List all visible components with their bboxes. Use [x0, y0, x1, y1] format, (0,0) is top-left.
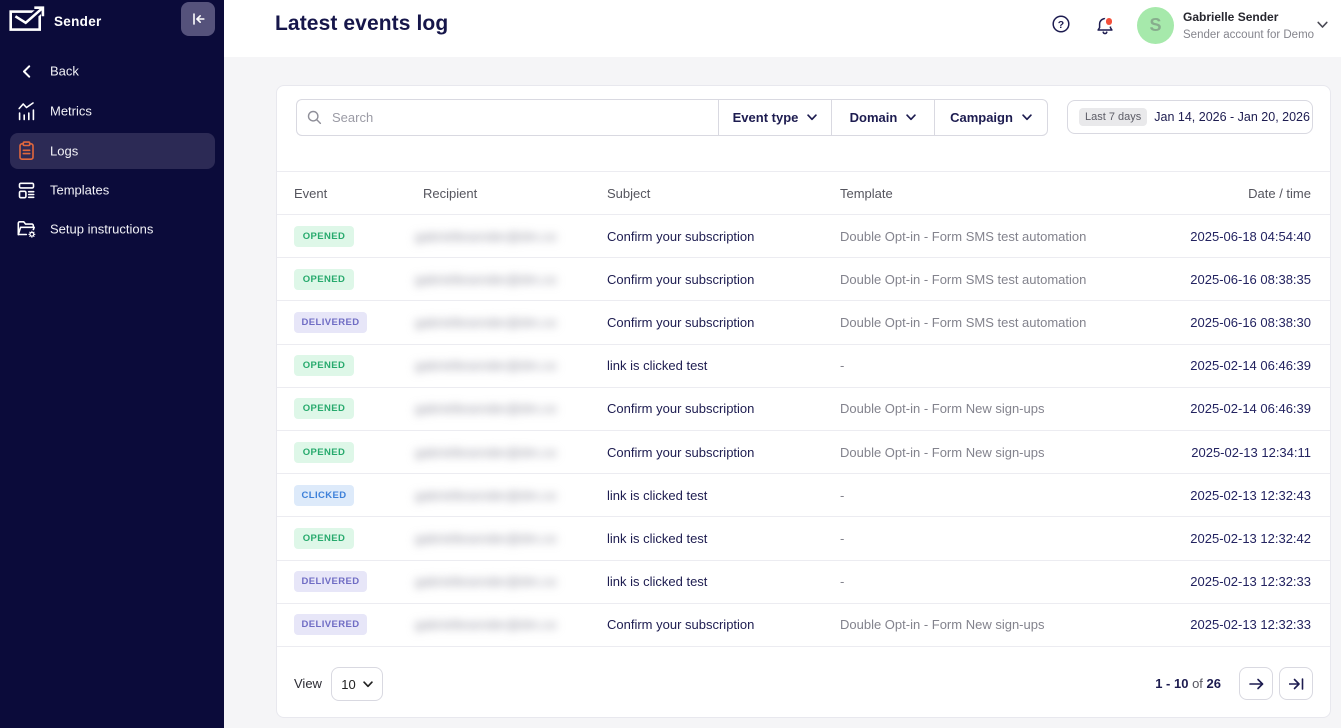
svg-text:?: ? [1058, 19, 1064, 31]
